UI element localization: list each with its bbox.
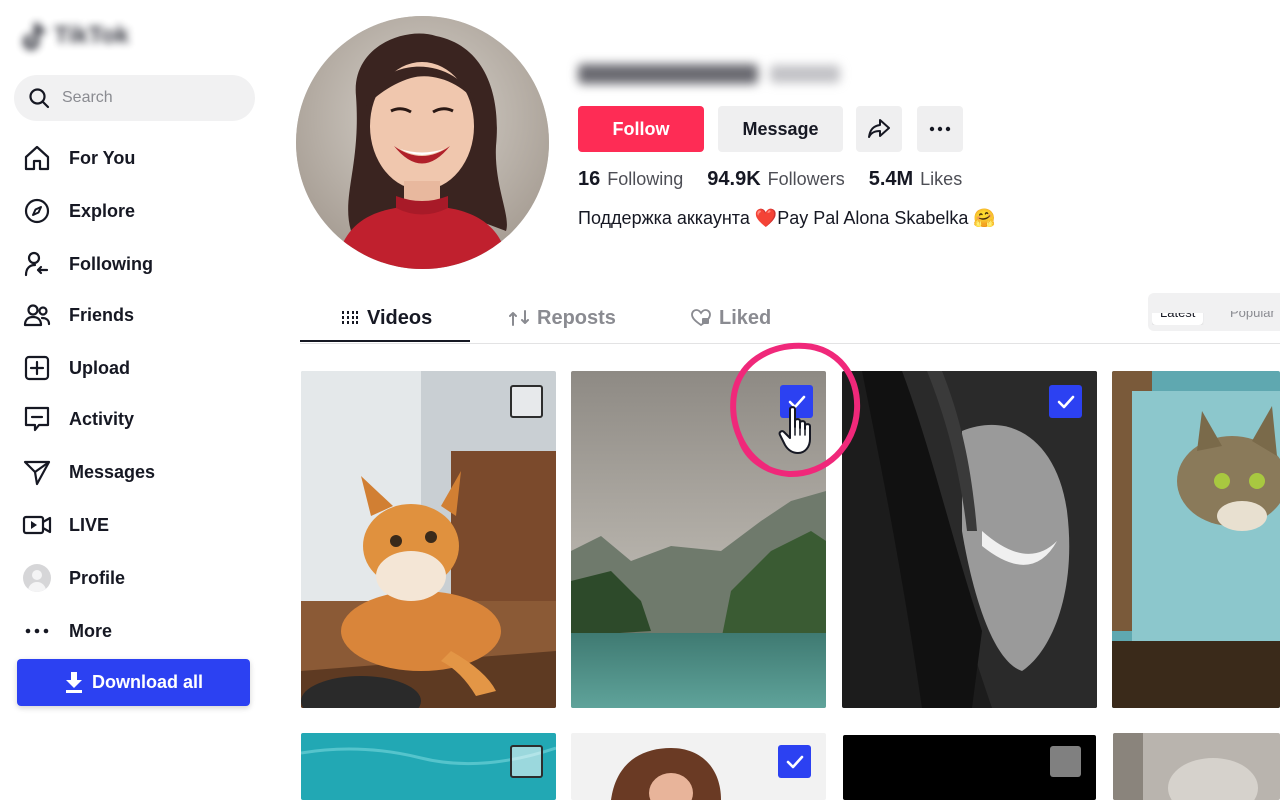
sort-latest-button[interactable]: Latest [1152, 313, 1204, 325]
sidebar-item-explore[interactable]: Explore [22, 191, 252, 231]
sidebar-item-label: Following [69, 253, 153, 274]
tab-reposts-label: Reposts [537, 306, 616, 329]
sidebar-item-label: More [69, 620, 113, 641]
follow-button[interactable]: Follow [578, 106, 704, 152]
avatar [23, 564, 51, 592]
profile-avatar[interactable] [296, 16, 549, 269]
tab-liked-label: Liked [719, 306, 772, 329]
sidebar-item-upload[interactable]: Upload [22, 348, 252, 388]
sidebar-item-for-you[interactable]: For You [22, 138, 252, 178]
followers-count: 94.9K [707, 168, 761, 190]
app-logo[interactable]: TikTok [20, 16, 160, 56]
video-thumbnail[interactable] [843, 735, 1096, 800]
profile-tabs: Videos Reposts Liked [300, 294, 1280, 344]
video-thumbnail[interactable] [301, 371, 556, 708]
video-select-checkbox[interactable] [778, 745, 811, 778]
video-select-checkbox[interactable] [1050, 746, 1081, 777]
video-select-checkbox[interactable] [780, 385, 813, 418]
download-all-button[interactable]: Download all [17, 659, 250, 706]
sidebar-item-label: LIVE [69, 514, 110, 535]
tabby-cat-image [1112, 371, 1280, 708]
search-input[interactable] [62, 89, 232, 107]
live-icon [22, 510, 52, 540]
search-icon [29, 88, 50, 109]
sidebar-item-following[interactable]: Following [22, 244, 252, 284]
mountain-lake-image [571, 371, 826, 708]
sidebar-item-label: Profile [69, 567, 126, 588]
likes-label: Likes [920, 169, 963, 189]
video-thumbnail[interactable] [1113, 733, 1280, 800]
tab-videos-label: Videos [367, 306, 433, 329]
checkmark-icon [786, 755, 803, 768]
sidebar: TikTok For You Explore Following [0, 0, 270, 800]
download-icon [65, 671, 82, 693]
sidebar-item-label: Explore [69, 200, 136, 221]
followers-label[interactable]: Followers [768, 169, 845, 190]
more-options-button[interactable] [917, 106, 963, 152]
friends-icon [22, 300, 52, 330]
tab-active-indicator [300, 340, 470, 342]
messages-icon [22, 457, 52, 487]
search-bar[interactable] [14, 75, 255, 121]
video-thumbnail[interactable] [571, 371, 826, 708]
video-thumbnail[interactable] [1112, 371, 1280, 708]
download-all-label: Download all [91, 672, 203, 692]
likes-count: 5.4M [868, 168, 914, 190]
profile-stats: 16 Following 94.9K Followers 5.4M Likes [578, 168, 986, 191]
video-select-checkbox[interactable] [510, 385, 543, 418]
grey-cat-image [1113, 733, 1280, 800]
sidebar-item-more[interactable]: More [22, 611, 252, 651]
tab-videos[interactable]: Videos [341, 294, 432, 342]
sidebar-item-label: For You [69, 147, 136, 168]
videos-grid-icon [342, 311, 358, 325]
profile-bio: Поддержка аккаунта ❤️Pay Pal Alona Skabe… [578, 208, 996, 228]
compass-icon [22, 196, 52, 226]
liked-heart-lock-icon [691, 309, 711, 327]
message-button[interactable]: Message [718, 106, 843, 152]
sidebar-item-label: Activity [69, 408, 135, 429]
sidebar-item-label: Upload [69, 357, 130, 378]
video-thumbnail[interactable] [842, 371, 1097, 708]
sort-popular-button[interactable]: Popular [1222, 311, 1280, 325]
video-select-checkbox[interactable] [1049, 385, 1082, 418]
app-logo-text: TikTok [54, 22, 130, 49]
tab-reposts[interactable]: Reposts [509, 294, 616, 342]
checkmark-icon [788, 395, 805, 408]
sidebar-item-messages[interactable]: Messages [22, 452, 252, 492]
ginger-cat-image [301, 371, 556, 708]
following-label[interactable]: Following [607, 169, 683, 190]
upload-icon [22, 353, 52, 383]
sidebar-item-label: Friends [69, 304, 135, 325]
share-icon [868, 119, 890, 138]
video-select-checkbox[interactable] [510, 745, 543, 778]
checkmark-icon [1057, 395, 1074, 408]
sidebar-item-label: Messages [69, 461, 156, 482]
more-horizontal-icon [929, 126, 951, 132]
activity-icon [22, 404, 52, 434]
sort-toggle: Latest Popular [1148, 293, 1280, 331]
profile-photo [296, 16, 549, 269]
tiktok-logo-icon [23, 23, 45, 50]
username-blurred [578, 60, 858, 88]
more-icon [22, 616, 52, 646]
following-count: 16 [578, 168, 601, 190]
video-thumbnail[interactable] [301, 733, 556, 800]
repost-icon [509, 310, 529, 326]
share-button[interactable] [856, 106, 902, 152]
sidebar-item-activity[interactable]: Activity [22, 399, 252, 439]
home-icon [22, 143, 52, 173]
tab-liked[interactable]: Liked [691, 294, 771, 342]
video-thumbnail[interactable] [571, 733, 826, 800]
laughing-woman-image [842, 371, 1097, 708]
sidebar-item-friends[interactable]: Friends [22, 295, 252, 335]
avatar-icon [22, 563, 52, 593]
sidebar-item-live[interactable]: LIVE [22, 505, 252, 545]
following-icon [22, 249, 52, 279]
sidebar-item-profile[interactable]: Profile [22, 558, 252, 598]
